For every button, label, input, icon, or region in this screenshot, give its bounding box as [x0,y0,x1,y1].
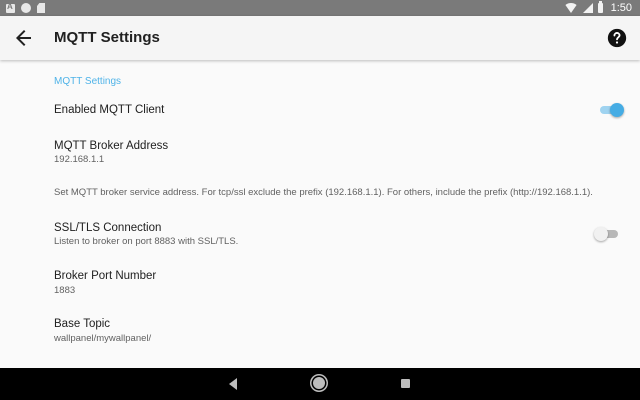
help-button[interactable] [606,27,628,49]
broker-address-info: Set MQTT broker service address. For tcp… [54,187,593,198]
notification-a-icon [6,2,15,13]
status-bar: 1:50 [0,0,640,16]
arrow-left-icon [16,30,31,46]
back-button[interactable] [12,26,36,50]
section-header: MQTT Settings [54,76,122,87]
ssl-connection-switch[interactable] [594,227,620,241]
settings-list: MQTT Settings Enabled MQTT Client MQTT B… [0,60,640,368]
broker-port-value: 1883 [54,285,76,296]
broker-port-title[interactable]: Broker Port Number [54,270,156,282]
notification-circle-icon [21,3,31,13]
base-topic-title[interactable]: Base Topic [54,318,110,330]
ssl-connection-title[interactable]: SSL/TLS Connection [54,222,161,234]
switch-thumb [610,103,624,117]
sd-card-icon [37,3,45,13]
notification-icons [6,2,45,13]
navigation-bar [0,368,640,400]
ssl-connection-summary: Listen to broker on port 8883 with SSL/T… [54,236,239,247]
switch-thumb [594,227,608,241]
signal-icon [582,3,593,13]
status-time: 1:50 [610,2,632,14]
enabled-client-switch[interactable] [598,103,624,117]
help-circle-icon [607,28,627,48]
broker-address-title[interactable]: MQTT Broker Address [54,140,168,152]
base-topic-value: wallpanel/mywallpanel/ [54,333,152,344]
system-icons: 1:50 [563,1,632,14]
broker-address-value: 192.168.1.1 [54,154,105,165]
wifi-icon [563,3,578,13]
nav-home-icon[interactable] [313,377,325,389]
nav-recents-icon[interactable] [401,379,410,388]
enabled-client-title[interactable]: Enabled MQTT Client [54,104,164,116]
nav-back-icon[interactable] [229,378,237,390]
page-title: MQTT Settings [54,29,160,46]
app-bar: MQTT Settings [0,16,640,60]
battery-icon [597,1,603,13]
